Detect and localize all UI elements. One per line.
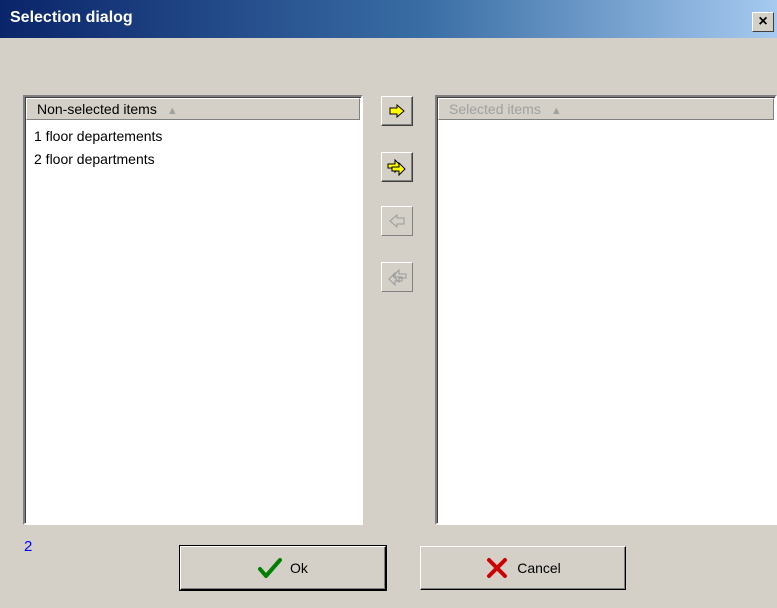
close-icon: × [758, 13, 768, 30]
move-all-left-button[interactable] [381, 262, 413, 292]
title-bar: Selection dialog × [0, 0, 777, 38]
close-button[interactable]: × [752, 12, 774, 32]
non-selected-list[interactable]: Non-selected items ▲ 1 floor departements… [23, 95, 363, 525]
ok-label: Ok [290, 560, 308, 576]
selected-list[interactable]: Selected items ▲ [435, 95, 777, 525]
selected-header-label: Selected items [449, 101, 541, 117]
item-count: 2 [24, 538, 33, 555]
checkmark-icon [258, 558, 283, 578]
double-arrow-right-icon [387, 158, 406, 177]
list-item[interactable]: 1 floor departements [29, 125, 357, 148]
list-item[interactable]: 2 floor departments [29, 148, 357, 171]
sort-ascending-icon: ▲ [166, 105, 178, 117]
cancel-label: Cancel [517, 560, 561, 576]
sort-ascending-icon: ▲ [550, 105, 562, 117]
non-selected-items: 1 floor departements 2 floor departments [29, 125, 357, 171]
x-icon [487, 558, 508, 578]
arrow-right-icon [389, 104, 405, 118]
non-selected-header-label: Non-selected items [37, 101, 157, 117]
non-selected-header[interactable]: Non-selected items ▲ [26, 98, 360, 120]
window-title: Selection dialog [10, 9, 133, 26]
ok-button[interactable]: Ok [179, 545, 387, 591]
selected-header[interactable]: Selected items ▲ [438, 98, 774, 120]
arrow-left-icon [389, 214, 405, 228]
move-left-button[interactable] [381, 206, 413, 236]
cancel-button[interactable]: Cancel [420, 546, 626, 590]
move-all-right-button[interactable] [381, 152, 413, 182]
move-right-button[interactable] [381, 96, 413, 126]
double-arrow-left-icon [388, 268, 407, 287]
